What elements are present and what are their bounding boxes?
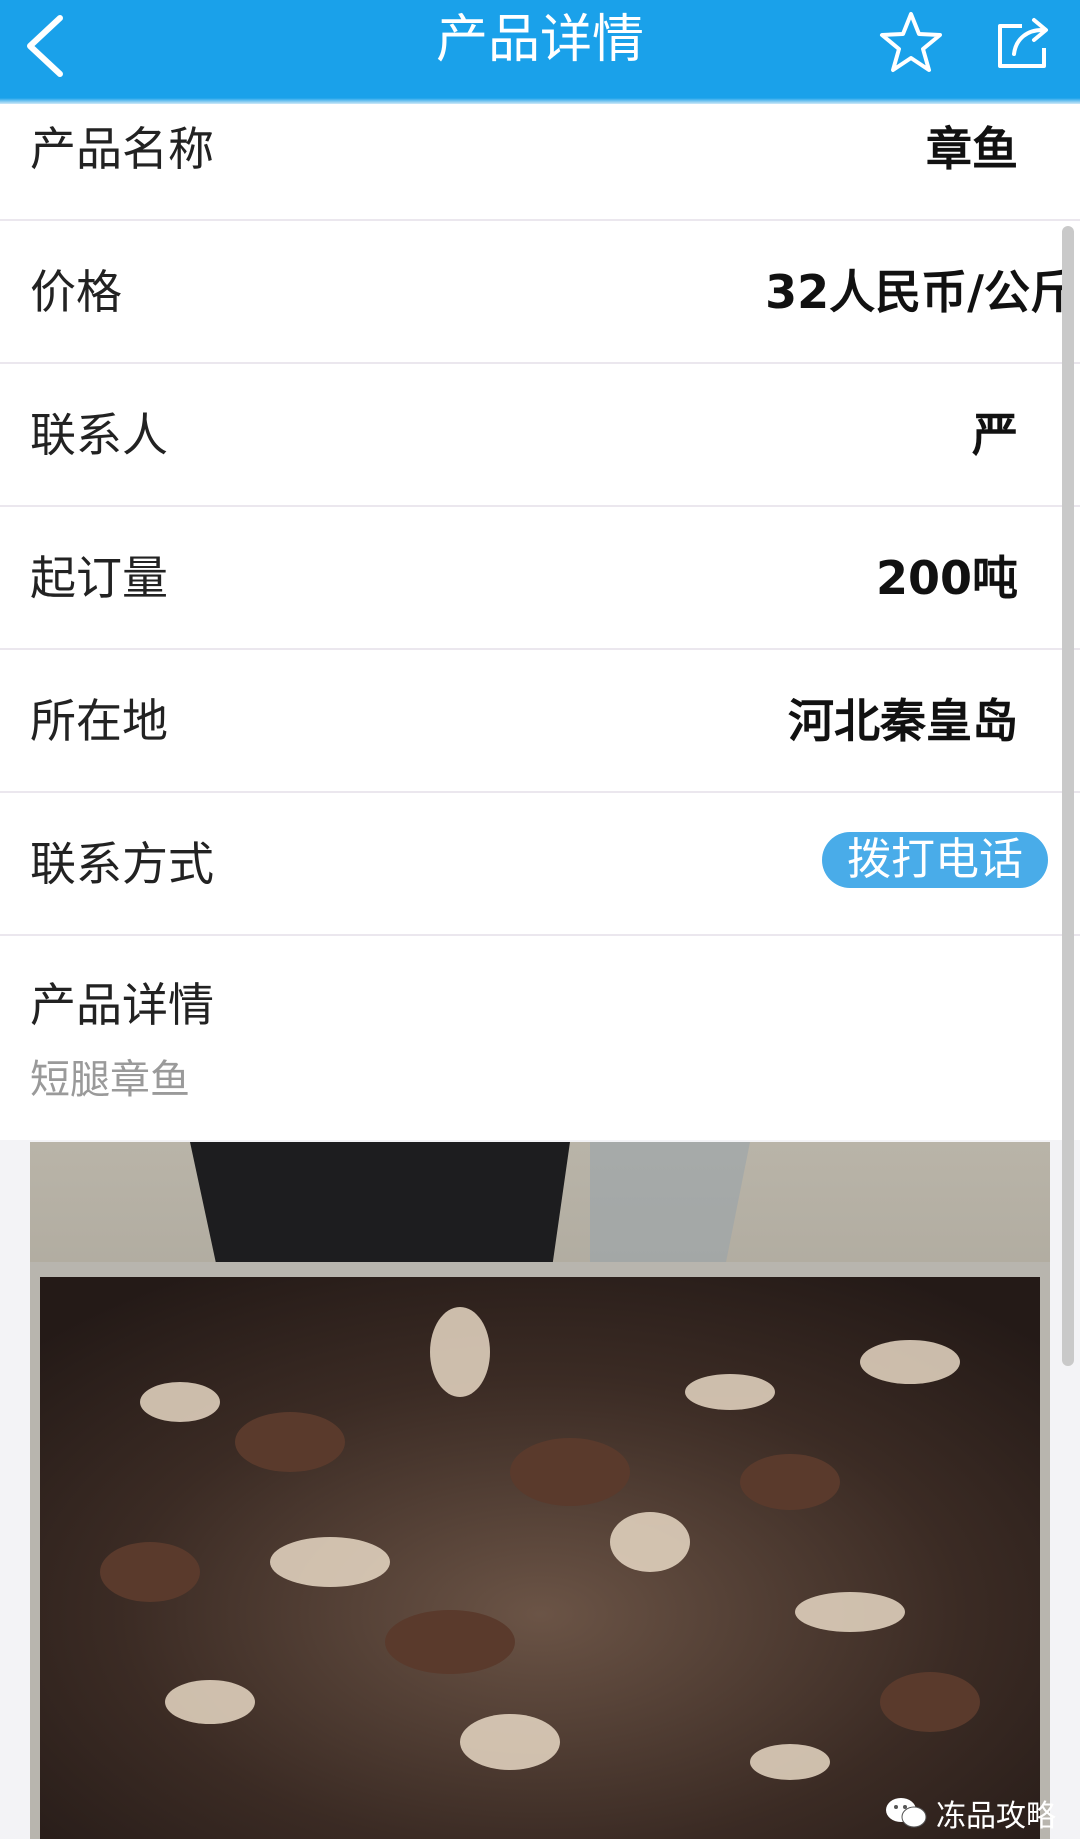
- detail-description: 短腿章鱼: [30, 1057, 190, 1103]
- row-value: 200吨: [875, 551, 1018, 605]
- row-min-order: 起订量 200吨: [0, 507, 1080, 650]
- wechat-logo-icon: [886, 1798, 927, 1828]
- row-contact-person: 联系人 严: [0, 364, 1080, 507]
- row-label: 起订量: [30, 551, 168, 605]
- photo-area: [0, 1140, 1080, 1839]
- row-label: 联系方式: [30, 837, 214, 891]
- share-icon[interactable]: [992, 8, 1054, 78]
- row-value: 严: [972, 408, 1018, 462]
- favorite-star-icon[interactable]: [878, 8, 944, 78]
- row-value: 32人民币/公斤: [765, 265, 1076, 319]
- row-label: 联系人: [30, 408, 168, 462]
- row-value: 章鱼: [926, 122, 1018, 176]
- watermark: 冻品攻略: [884, 1791, 1056, 1835]
- row-label: 价格: [30, 265, 122, 319]
- row-location: 所在地 河北秦皇岛: [0, 650, 1080, 793]
- row-label: 所在地: [30, 694, 168, 748]
- detail-label: 产品详情: [30, 978, 214, 1032]
- row-contact-method: 联系方式 拨打电话: [0, 793, 1080, 936]
- scrollbar[interactable]: [1062, 226, 1074, 1366]
- product-photo: [30, 1142, 1050, 1839]
- call-phone-button[interactable]: 拨打电话: [822, 832, 1048, 888]
- product-detail-section: 产品详情 短腿章鱼: [0, 939, 1080, 1139]
- row-label: 产品名称: [30, 122, 214, 176]
- watermark-text: 冻品攻略: [936, 1799, 1056, 1834]
- row-price: 价格 32人民币/公斤: [0, 221, 1080, 364]
- row-product-name: 产品名称 章鱼: [0, 104, 1080, 221]
- top-bar: 产品详情: [0, 0, 1080, 104]
- row-value: 河北秦皇岛: [788, 694, 1018, 748]
